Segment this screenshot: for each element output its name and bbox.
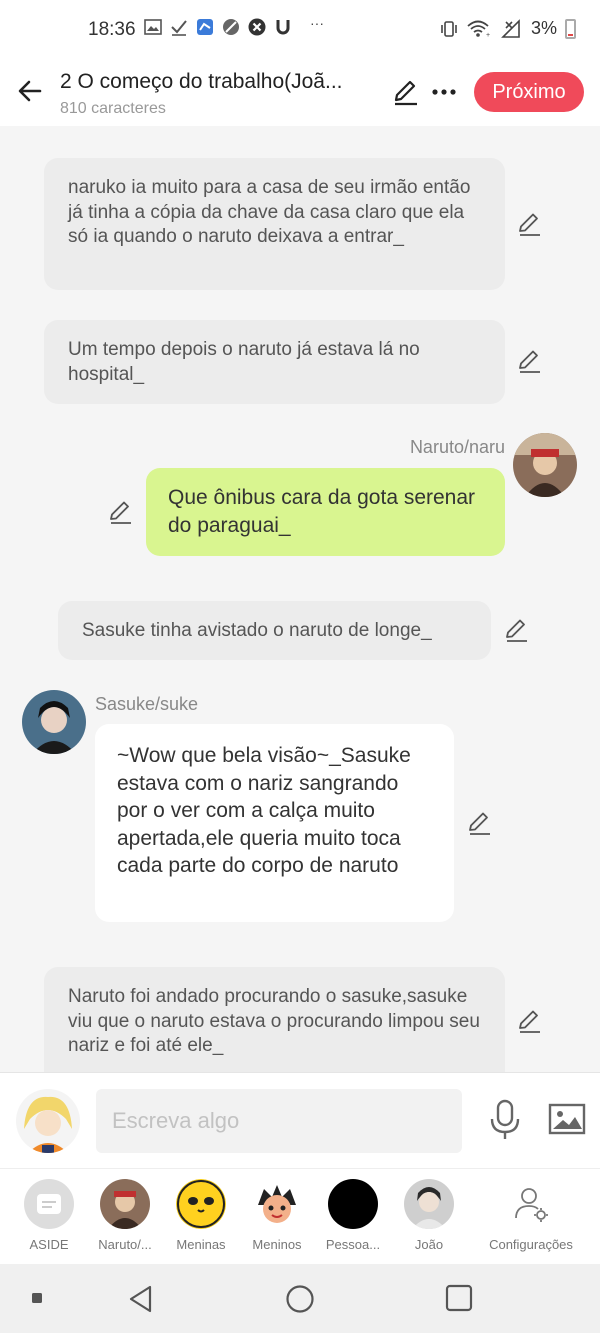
menu-dot-icon[interactable] [32,1293,42,1303]
more-options-icon[interactable] [430,78,458,106]
signal-icon [501,18,520,38]
joao-avatar [404,1179,454,1229]
home-circle-icon[interactable] [284,1283,316,1315]
narration-message[interactable]: Um tempo depois o naruto já estava lá no… [44,320,505,404]
back-triangle-icon[interactable] [127,1284,155,1314]
check-notification-icon [171,20,187,36]
speaker-name: Naruto/naru [409,437,505,457]
character-message[interactable]: Que ônibus cara da gota serenar do parag… [146,468,505,556]
sasuke-avatar[interactable] [22,690,86,754]
settings-person-icon [506,1179,556,1229]
pessoa-avatar [328,1179,378,1229]
chat-area[interactable]: naruko ia muito para a casa de seu irmão… [0,126,600,1072]
narration-message[interactable]: Naruto foi andado procurando o sasuke,sa… [44,967,505,1072]
character-label: ASIDE [29,1237,69,1252]
character-aside[interactable]: ASIDE [11,1179,87,1252]
blocked-notification-icon [223,19,239,35]
character-message[interactable]: ~Wow que bela visão~_Sasuke estava com o… [95,724,454,922]
chapter-title[interactable]: 2 O começo do trabalho(Joã... [60,70,390,94]
character-label: Meninos [252,1237,302,1252]
naruto-avatar [100,1179,150,1229]
u-notification-icon [276,20,290,35]
next-button[interactable]: Próximo [474,72,584,112]
aside-icon [24,1179,74,1229]
editor-header: 2 O começo do trabalho(Joã... 810 caract… [0,60,600,126]
character-label: Meninas [176,1237,226,1252]
speaker-name: Sasuke/suke [95,694,199,714]
character-count: 810 caracteres [60,100,166,117]
svg-text:+: + [486,32,490,39]
character-meninas[interactable]: Meninas [163,1179,239,1252]
narration-message[interactable]: naruko ia muito para a casa de seu irmão… [44,158,505,290]
battery-percent: 3% [530,18,557,38]
gallery-notification-icon [144,19,162,35]
character-pessoa[interactable]: Pessoa... [315,1179,391,1252]
recents-square-icon[interactable] [445,1284,473,1312]
character-selector: ASIDE Naruto/... Meninas Meninos Pessoa.… [0,1168,600,1264]
status-time: 18:36 [88,19,136,40]
character-naruto[interactable]: Naruto/... [87,1179,163,1252]
app-notification-icon [197,19,213,35]
edit-pen-icon[interactable] [517,1008,543,1034]
character-label: João [414,1237,444,1252]
edit-pen-icon[interactable] [108,499,134,525]
status-bar: 18:36 ··· + 3% [0,0,600,60]
naruto-avatar[interactable] [513,433,577,497]
settings-button[interactable]: Configurações [484,1179,578,1252]
wifi-icon: + [467,20,490,39]
notification-icons [144,18,292,36]
edit-pen-icon[interactable] [467,810,493,836]
x-notification-icon [248,18,266,36]
edit-title-pen-icon[interactable] [392,78,420,106]
character-label: Pessoa... [325,1237,381,1252]
back-arrow-icon[interactable] [14,74,48,108]
character-meninos[interactable]: Meninos [239,1179,315,1252]
image-picker-icon[interactable] [548,1101,586,1137]
battery-icon [565,18,576,39]
more-notifications-icon: ··· [310,15,324,31]
vibrate-icon [441,20,457,37]
character-joao[interactable]: João [391,1179,467,1252]
selected-character-avatar[interactable] [16,1089,80,1153]
microphone-icon[interactable] [488,1099,522,1141]
input-bar: Escreva algo [0,1072,600,1168]
character-label: Configurações [489,1237,573,1252]
meninos-avatar [252,1179,302,1229]
edit-pen-icon[interactable] [517,211,543,237]
narration-message[interactable]: Sasuke tinha avistado o naruto de longe_ [58,601,491,660]
edit-pen-icon[interactable] [504,617,530,643]
meninas-avatar [176,1179,226,1229]
system-indicators: + 3% [439,18,576,39]
system-navigation-bar [0,1264,600,1333]
character-label: Naruto/... [98,1237,152,1252]
edit-pen-icon[interactable] [517,348,543,374]
message-input[interactable]: Escreva algo [96,1089,462,1153]
